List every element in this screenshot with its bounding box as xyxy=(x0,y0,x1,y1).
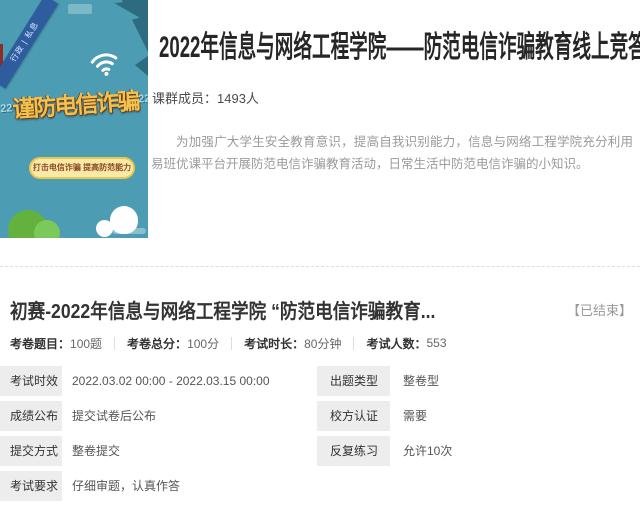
detail-label-score-release: 成绩公布 xyxy=(0,401,62,431)
detail-label-exam-period: 考试时效 xyxy=(0,366,62,396)
table-row: 考试要求 仔细审题，认真作答 xyxy=(0,471,640,501)
banner-headline: 22谨防电信诈骗22 xyxy=(0,81,148,125)
course-description: 为加强广大学生安全教育意识，提高自我识别能力，信息与网络工程学院充分利用易班优课… xyxy=(151,131,633,175)
stat-duration-value: 80分钟 xyxy=(304,335,341,352)
detail-value-retry: 允许10次 xyxy=(390,436,640,466)
course-header: 2022年信息与网络工程学院——防范电信诈骗教育线上竞答 课群成员：1493人 … xyxy=(151,0,633,175)
course-title: 2022年信息与网络工程学院——防范电信诈骗教育线上竞答 xyxy=(159,22,453,66)
course-members-count: 课群成员：1493人 xyxy=(152,88,633,107)
wifi-icon xyxy=(88,48,123,84)
table-row: 考试时效 2022.03.02 00:00 - 2022.03.15 00:00… xyxy=(0,366,640,396)
lightning-decoration-icon xyxy=(106,0,148,52)
cloud-decoration-small xyxy=(96,220,113,237)
banner-headline-text: 谨防电信诈骗 xyxy=(12,88,140,123)
detail-value-exam-period: 2022.03.02 00:00 - 2022.03.15 00:00 xyxy=(62,366,317,396)
stat-participants-label: 考试人数： xyxy=(366,335,426,352)
detail-value-school-verify: 需要 xyxy=(390,401,640,431)
banner-deco-right: 22 xyxy=(138,93,148,106)
table-row: 提交方式 整卷提交 反复练习 允许10次 xyxy=(0,436,640,466)
stat-participants-value: 553 xyxy=(426,336,446,350)
stat-question-count-label: 考卷题目： xyxy=(10,335,70,352)
stat-divider xyxy=(231,337,232,350)
stat-divider xyxy=(353,337,354,350)
detail-value-score-release: 提交试卷后公布 xyxy=(62,401,317,431)
detail-value-question-type: 整卷型 xyxy=(390,366,640,396)
course-cover-banner: 行政 | 私息 22谨防电信诈骗22 打击电信诈骗 提高防范能力 xyxy=(0,0,148,238)
detail-value-submit-mode: 整卷提交 xyxy=(62,436,317,466)
exam-title-link[interactable]: 初赛-2022年信息与网络工程学院 “防范电信诈骗教育... xyxy=(10,295,435,324)
banner-ribbon: 行政 | 私息 xyxy=(0,0,58,89)
banner-slogan-pill: 打击电信诈骗 提高防范能力 xyxy=(29,157,135,179)
stat-duration-label: 考试时长： xyxy=(244,335,304,352)
exam-header-row: 初赛-2022年信息与网络工程学院 “防范电信诈骗教育... 【已结束】 xyxy=(0,283,640,325)
lightning-decoration-small-icon xyxy=(135,56,148,76)
stat-total-score-value: 100分 xyxy=(187,335,219,352)
detail-value-requirements: 仔细审题，认真作答 xyxy=(62,471,640,501)
exam-stats-row: 考卷题目：100题 考卷总分：100分 考试时长：80分钟 考试人数：553 xyxy=(10,335,640,351)
exam-card: 初赛-2022年信息与网络工程学院 “防范电信诈骗教育... 【已结束】 考卷题… xyxy=(0,283,640,506)
detail-label-retry: 反复练习 xyxy=(317,436,390,466)
course-page: 行政 | 私息 22谨防电信诈骗22 打击电信诈骗 提高防范能力 2022年信息… xyxy=(0,0,640,507)
bush-decoration-small xyxy=(34,220,60,238)
detail-label-school-verify: 校方认证 xyxy=(317,401,390,431)
banner-corner-tag xyxy=(68,4,92,14)
watermark-blur xyxy=(112,228,146,234)
exam-status-badge: 【已结束】 xyxy=(567,300,632,319)
detail-label-submit-mode: 提交方式 xyxy=(0,436,62,466)
detail-label-question-type: 出题类型 xyxy=(317,366,390,396)
exam-details-table: 考试时效 2022.03.02 00:00 - 2022.03.15 00:00… xyxy=(0,366,640,501)
detail-label-requirements: 考试要求 xyxy=(0,471,62,501)
stat-question-count-value: 100题 xyxy=(70,335,102,352)
table-row: 成绩公布 提交试卷后公布 校方认证 需要 xyxy=(0,401,640,431)
section-divider xyxy=(0,266,640,267)
stat-divider xyxy=(114,337,115,350)
stat-total-score-label: 考卷总分： xyxy=(127,335,187,352)
